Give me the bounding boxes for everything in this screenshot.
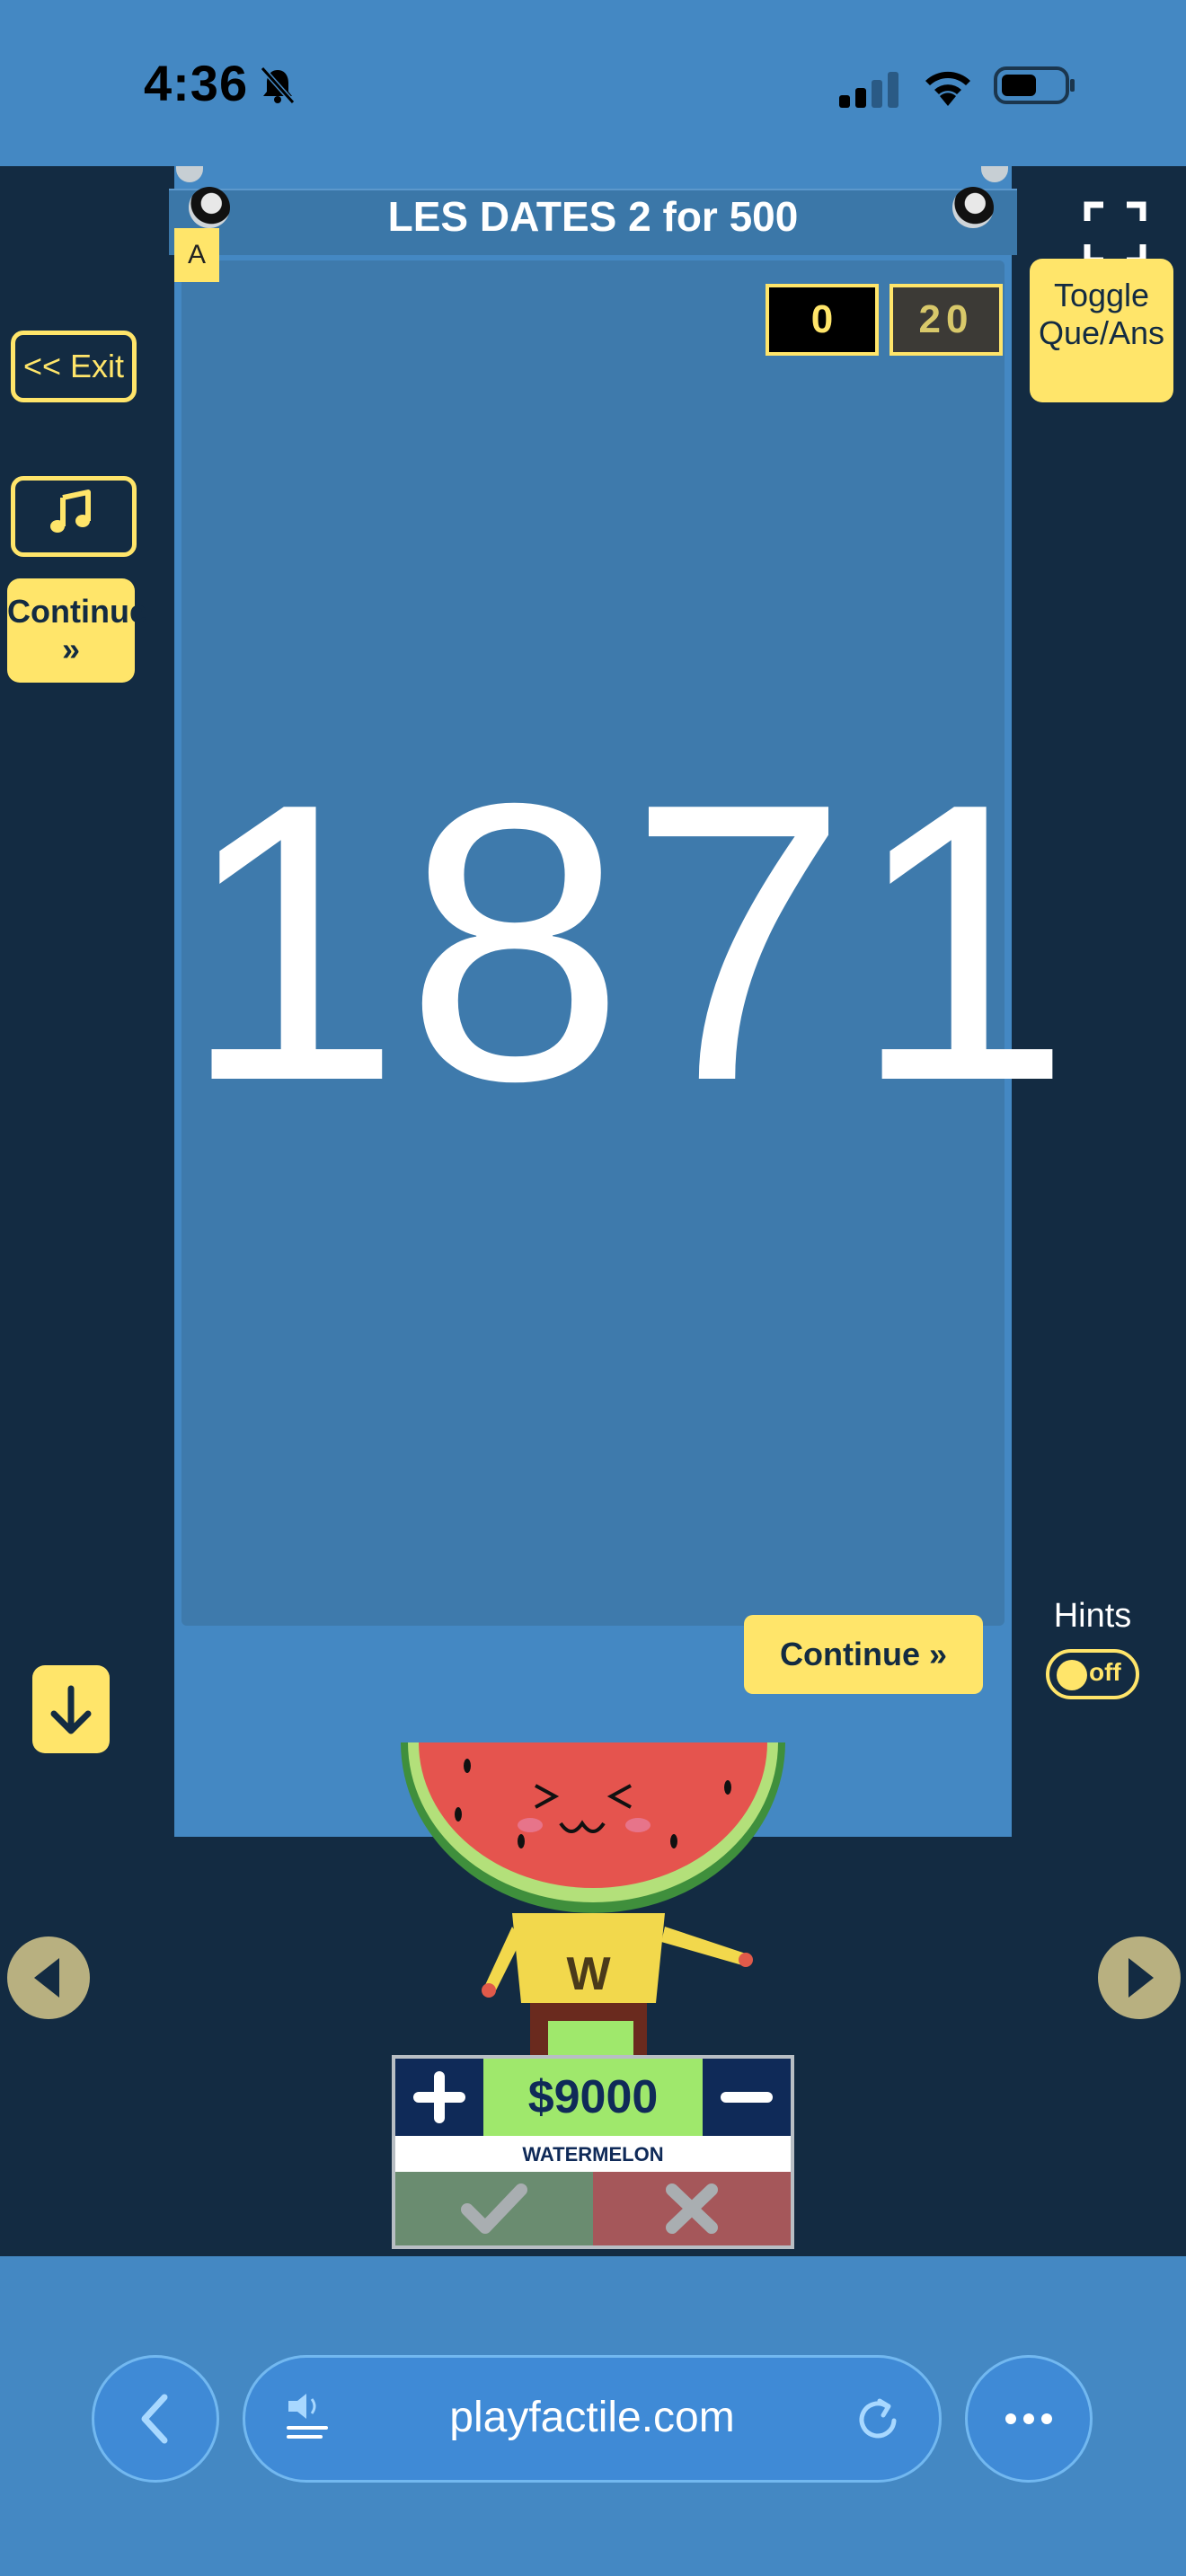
continue-side-button[interactable]: Continue »	[7, 578, 147, 683]
mascot-letter: W	[566, 1948, 611, 2000]
toggle-knob	[1057, 1660, 1087, 1690]
pin-icon	[189, 187, 230, 228]
cellular-signal-icon	[839, 72, 898, 108]
exit-button[interactable]: << Exit	[11, 331, 137, 402]
player-name: WATERMELON	[522, 2143, 664, 2166]
browser-back-button[interactable]	[92, 2355, 219, 2483]
status-time: 4:36	[144, 55, 249, 111]
score-counter-total: 20	[890, 284, 1003, 356]
minus-icon	[721, 2092, 773, 2103]
browser-more-button[interactable]	[965, 2355, 1093, 2483]
hints-state: off	[1089, 1658, 1121, 1686]
continue-button[interactable]: Continue »	[744, 1615, 983, 1694]
muted-bell-icon	[260, 66, 296, 105]
correct-button[interactable]	[395, 2172, 593, 2245]
triangle-left-icon	[34, 1958, 59, 1998]
checkmark-icon	[461, 2183, 527, 2234]
plus-icon	[413, 2071, 465, 2123]
watermelon-mascot: W	[401, 1742, 785, 2057]
player-score: $9000	[483, 2059, 703, 2136]
pin-icon	[952, 187, 994, 228]
chevron-left-icon	[141, 2394, 168, 2444]
question-title: LES DATES 2 for 500	[387, 193, 799, 240]
answer-text: 1871	[181, 722, 1075, 1163]
wifi-icon	[925, 71, 970, 106]
ellipsis-icon	[1005, 2413, 1052, 2424]
url-text: playfactile.com	[449, 2394, 735, 2441]
fullscreen-icon[interactable]	[1084, 201, 1146, 264]
wrong-button[interactable]	[593, 2172, 791, 2245]
subtract-points-button[interactable]	[703, 2059, 791, 2136]
scroll-down-button[interactable]	[32, 1665, 110, 1753]
hints-label: Hints	[1053, 1597, 1132, 1635]
next-button[interactable]	[1098, 1936, 1181, 2019]
add-points-button[interactable]	[395, 2059, 483, 2136]
team-badge: A	[174, 228, 219, 282]
toggle-question-answer-button[interactable]: Toggle Que/Ans	[1030, 259, 1173, 402]
triangle-right-icon	[1128, 1958, 1154, 1998]
battery-icon	[994, 66, 1075, 104]
music-note-icon	[50, 490, 91, 533]
previous-button[interactable]	[7, 1936, 90, 2019]
x-icon	[666, 2183, 718, 2234]
arrow-down-icon	[50, 1685, 92, 1734]
score-counter-current: 0	[766, 284, 879, 356]
